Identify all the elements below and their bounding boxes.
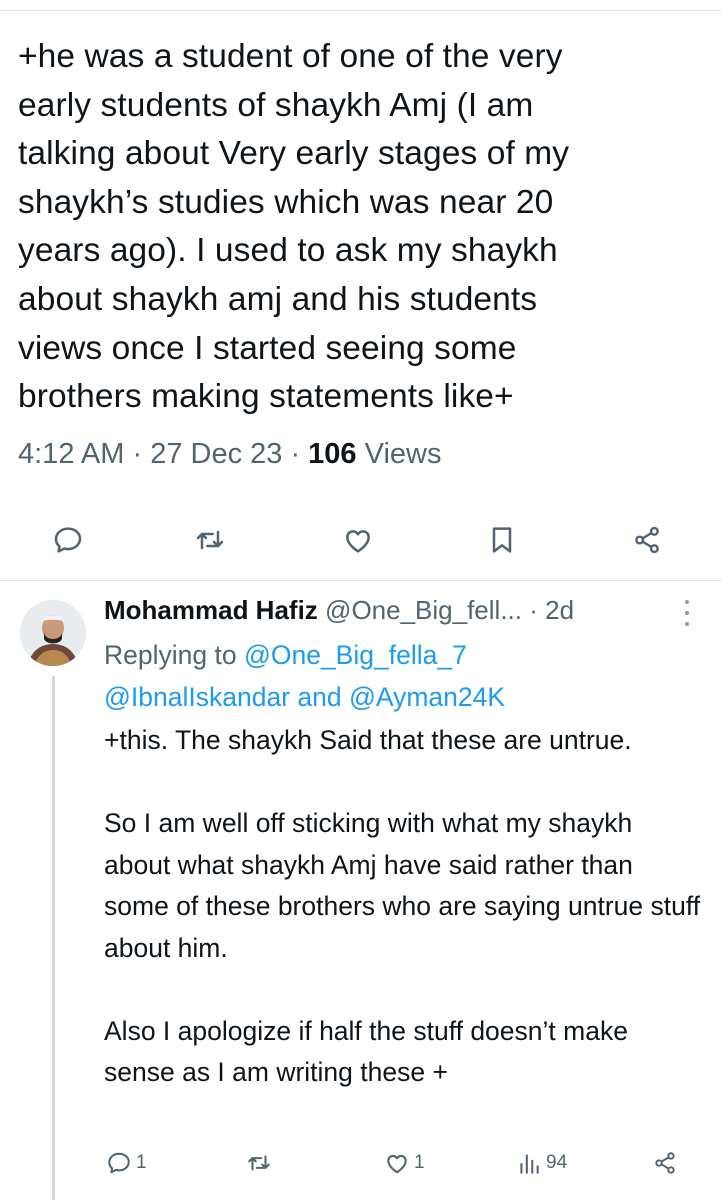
retweet-icon	[248, 1155, 270, 1171]
views-count: 94	[546, 1152, 568, 1173]
like-icon	[387, 1154, 407, 1174]
views-label: Views	[364, 438, 442, 470]
avatar-photo	[20, 600, 86, 666]
and-word: and	[297, 682, 342, 712]
retweet-icon	[196, 530, 224, 550]
tweet-date[interactable]: 27 Dec 23	[150, 438, 282, 470]
views-count: 106	[308, 438, 357, 470]
author-handle[interactable]: @One_Big_fell...	[325, 595, 522, 625]
like-button[interactable]	[333, 515, 383, 565]
reply-action-bar: 1 1 94	[100, 1145, 700, 1181]
meta-dot: ·	[132, 438, 151, 470]
reply-paragraph: +this. The shaykh Said that these are un…	[104, 725, 632, 755]
tweet-time[interactable]: 4:12 AM	[18, 438, 124, 470]
reply-icon	[54, 527, 82, 553]
views-icon	[520, 1154, 539, 1174]
header-dot: ·	[529, 595, 546, 625]
reply-header: Mohammad Hafiz @One_Big_fell... · 2d	[104, 592, 574, 628]
reply-paragraph: So I am well off sticking with what my s…	[104, 808, 701, 963]
like-count: 1	[414, 1152, 425, 1173]
author-name[interactable]: Mohammad Hafiz	[104, 595, 318, 625]
more-options-icon[interactable]	[680, 600, 694, 626]
replying-to: Replying to @One_Big_fella_7 @IbnalIskan…	[104, 634, 704, 718]
main-tweet-text: +he was a student of one of the very ear…	[18, 38, 570, 416]
reply-text: +this. The shaykh Said that these are un…	[104, 720, 704, 1135]
bookmark-icon	[492, 527, 512, 553]
like-icon	[346, 530, 370, 553]
main-action-bar	[0, 515, 721, 565]
reply-reply-button[interactable]: 1	[106, 1145, 147, 1181]
reply-retweet-button[interactable]	[246, 1145, 276, 1181]
reply-views-button[interactable]: 94	[516, 1145, 567, 1181]
reply-icon	[108, 1152, 130, 1174]
reply-time[interactable]: 2d	[545, 595, 574, 625]
reply-like-button[interactable]: 1	[384, 1145, 425, 1181]
avatar[interactable]	[20, 600, 86, 666]
reply-share-button[interactable]	[652, 1145, 678, 1181]
tweet-meta: 4:12 AM · 27 Dec 23 · 106 Views	[18, 438, 441, 471]
mention-link[interactable]: @IbnalIskandar	[104, 682, 290, 712]
replying-prefix: Replying to	[104, 640, 237, 670]
top-divider	[0, 10, 721, 11]
share-icon	[635, 526, 659, 554]
share-button[interactable]	[622, 515, 672, 565]
reply-button[interactable]	[43, 515, 93, 565]
divider	[0, 580, 721, 581]
reply-count: 1	[136, 1152, 147, 1173]
thread-line	[52, 676, 55, 1200]
retweet-button[interactable]	[185, 515, 235, 565]
share-icon	[655, 1152, 675, 1174]
bookmark-button[interactable]	[477, 515, 527, 565]
reply-paragraph: Also I apologize if half the stuff doesn…	[104, 1015, 628, 1088]
meta-dot: ·	[290, 438, 309, 470]
mention-link[interactable]: @Ayman24K	[349, 682, 505, 712]
mention-link[interactable]: @One_Big_fella_7	[244, 640, 467, 670]
